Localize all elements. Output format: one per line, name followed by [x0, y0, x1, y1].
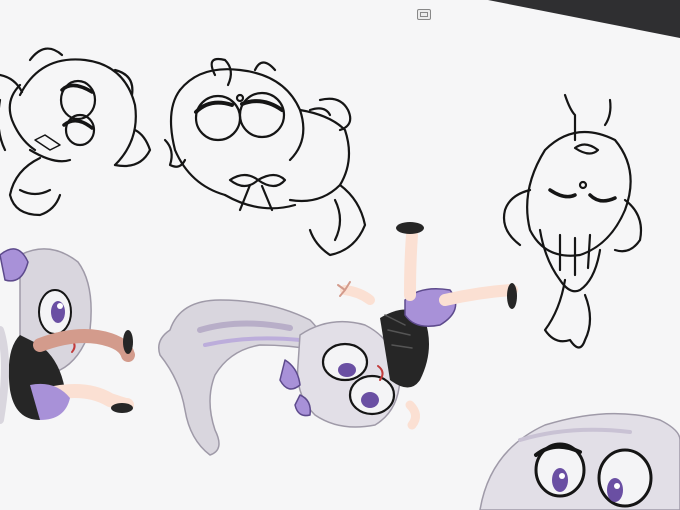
canvas-edge: [488, 0, 680, 38]
sketch-figure-top-center: [163, 57, 367, 257]
drawing-canvas[interactable]: [0, 0, 680, 510]
sketch-figure-top-left: [0, 47, 152, 217]
colored-figure-center: [158, 222, 518, 456]
colored-figure-left: [0, 248, 135, 424]
sketch-figure-right: [502, 93, 643, 349]
view-toggle-icon[interactable]: [417, 9, 431, 20]
colored-figure-bottom-right: [479, 412, 680, 510]
